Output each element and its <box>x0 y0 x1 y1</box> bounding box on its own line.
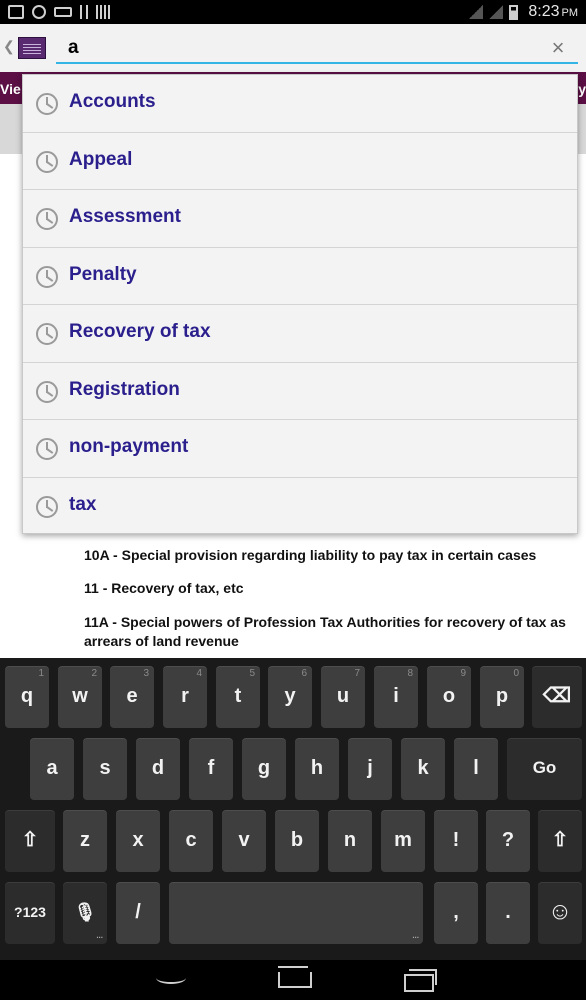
back-icon[interactable] <box>148 966 192 994</box>
page-header-text-left: Vie <box>0 81 21 97</box>
clock: 8:23 PM <box>528 3 578 20</box>
key-i[interactable]: i8 <box>374 666 418 728</box>
key-question[interactable]: ? <box>486 810 530 872</box>
key-exclamation[interactable]: ! <box>434 810 478 872</box>
section-link[interactable]: 11A - Special powers of Profession Tax A… <box>84 613 574 651</box>
symbols-key[interactable]: ?123 <box>5 882 55 944</box>
suggestion-item[interactable]: Penalty <box>23 248 577 305</box>
suggestion-item[interactable]: Accounts <box>23 75 577 133</box>
suggestion-label: Recovery of tax <box>69 321 211 342</box>
home-icon[interactable] <box>272 966 316 994</box>
backspace-icon: ⌫ <box>542 685 572 707</box>
status-bar: 8:23 PM <box>0 0 586 24</box>
close-icon[interactable]: × <box>546 34 570 62</box>
key-q[interactable]: q1 <box>5 666 49 728</box>
suggestion-label: Penalty <box>69 263 137 285</box>
history-icon <box>36 323 58 345</box>
key-z[interactable]: z <box>63 810 107 872</box>
key-l[interactable]: l <box>454 738 498 800</box>
key-k[interactable]: k <box>401 738 445 800</box>
recent-apps-icon[interactable] <box>396 966 440 994</box>
suggestion-label: tax <box>69 493 97 515</box>
history-icon <box>36 208 58 230</box>
suggestion-label: Registration <box>69 378 180 400</box>
signal-icon <box>489 5 504 19</box>
screen: 8:23 PM Vie y 10A - Special provision reg… <box>0 0 586 1000</box>
backspace-key[interactable]: ⌫ <box>532 666 582 728</box>
shift-key-right[interactable]: ⇧ <box>538 810 582 872</box>
history-icon <box>36 93 58 115</box>
barcode-icon <box>96 5 110 19</box>
shift-icon: ⇧ <box>21 829 39 851</box>
sync-notification-icon <box>32 5 46 19</box>
suggestion-label: Assessment <box>69 206 181 227</box>
space-key[interactable]: ... <box>169 882 423 944</box>
key-j[interactable]: j <box>348 738 392 800</box>
suggestion-item[interactable]: Recovery of tax <box>23 305 577 363</box>
key-comma[interactable]: , <box>434 882 478 944</box>
suggestion-item[interactable]: Assessment <box>23 190 577 248</box>
key-c[interactable]: c <box>169 810 213 872</box>
suggestion-list: Accounts Appeal Assessment Penalty Recov… <box>22 74 578 534</box>
history-icon <box>36 495 58 518</box>
key-period[interactable]: . <box>486 882 530 944</box>
go-key[interactable]: Go <box>507 738 582 800</box>
section-link[interactable]: 10A - Special provision regarding liabil… <box>84 546 574 565</box>
search-bar: ❮ × <box>0 24 586 72</box>
suggestion-label: Appeal <box>69 148 133 170</box>
key-n[interactable]: n <box>328 810 372 872</box>
voice-input-key[interactable]: 🎙... <box>63 882 107 944</box>
key-a[interactable]: a <box>30 738 74 800</box>
key-g[interactable]: g <box>242 738 286 800</box>
history-icon <box>36 380 58 403</box>
soft-keyboard: q1 w2 e3 r4 t5 y6 u7 i8 o9 p0 ⌫ a s d f … <box>0 658 586 960</box>
search-input[interactable] <box>56 34 578 64</box>
key-m[interactable]: m <box>381 810 425 872</box>
shift-icon: ⇧ <box>551 829 569 851</box>
key-o[interactable]: o9 <box>427 666 471 728</box>
key-u[interactable]: u7 <box>321 666 365 728</box>
shift-key[interactable]: ⇧ <box>5 810 55 872</box>
suggestion-label: non-payment <box>69 436 189 457</box>
emoji-key[interactable]: ☺ <box>538 882 582 944</box>
suggestion-item[interactable]: Registration <box>23 363 577 420</box>
image-notification-icon <box>8 5 24 19</box>
back-chevron-icon[interactable]: ❮ <box>3 38 15 55</box>
battery-icon <box>509 4 519 20</box>
suggestion-label: Accounts <box>69 91 156 112</box>
key-p[interactable]: p0 <box>480 666 524 728</box>
suggestion-item[interactable]: Appeal <box>23 133 577 190</box>
page-header-text-right: y <box>578 81 586 97</box>
key-e[interactable]: e3 <box>110 666 154 728</box>
key-f[interactable]: f <box>189 738 233 800</box>
navigation-bar <box>0 960 586 1000</box>
history-icon <box>36 265 58 288</box>
system-icons: 8:23 PM <box>469 2 578 22</box>
history-icon <box>36 150 58 173</box>
emoji-icon: ☺ <box>547 898 573 925</box>
key-r[interactable]: r4 <box>163 666 207 728</box>
section-link[interactable]: 11 - Recovery of tax, etc <box>84 579 574 598</box>
key-d[interactable]: d <box>136 738 180 800</box>
key-t[interactable]: t5 <box>216 666 260 728</box>
keyboard-notification-icon <box>54 7 72 17</box>
history-icon <box>36 438 58 460</box>
notification-icons <box>8 4 110 20</box>
key-slash[interactable]: / <box>116 882 160 944</box>
microphone-icon: 🎙 <box>73 902 97 922</box>
key-s[interactable]: s <box>83 738 127 800</box>
key-v[interactable]: v <box>222 810 266 872</box>
key-x[interactable]: x <box>116 810 160 872</box>
usb-icon <box>80 5 88 19</box>
key-h[interactable]: h <box>295 738 339 800</box>
suggestion-item[interactable]: non-payment <box>23 420 577 478</box>
app-logo-icon[interactable] <box>18 37 46 59</box>
suggestion-item[interactable]: tax <box>23 478 577 536</box>
key-y[interactable]: y6 <box>268 666 312 728</box>
key-w[interactable]: w2 <box>58 666 102 728</box>
signal-icon <box>469 5 484 19</box>
key-b[interactable]: b <box>275 810 319 872</box>
